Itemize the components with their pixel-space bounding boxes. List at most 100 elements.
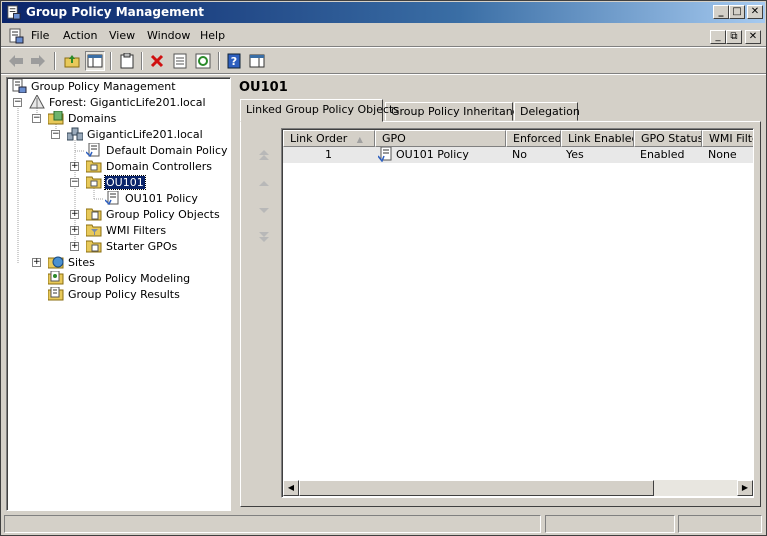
- child-close-button[interactable]: ✕: [745, 30, 761, 44]
- menu-help[interactable]: Help: [200, 29, 225, 42]
- tree-item-default-domain-policy[interactable]: Default Domain Policy: [85, 142, 229, 159]
- cell-wmi-filter: None: [708, 148, 737, 161]
- column-header-link-order[interactable]: Link Order ▲: [283, 130, 375, 147]
- menu-view[interactable]: View: [109, 29, 135, 42]
- toolbar-separator-line: [1, 73, 766, 75]
- properties-icon[interactable]: [170, 51, 190, 71]
- svg-text:?: ?: [231, 55, 237, 68]
- tree-item-label: Group Policy Management: [31, 79, 176, 93]
- back-arrow-icon[interactable]: [6, 51, 26, 71]
- forward-arrow-icon[interactable]: [28, 51, 48, 71]
- expand-gpo-toggle[interactable]: +: [70, 210, 79, 219]
- child-minimize-button[interactable]: _: [710, 30, 726, 44]
- help-icon[interactable]: ?: [224, 51, 244, 71]
- action-pane-icon[interactable]: [247, 51, 267, 71]
- tree-item-label: Default Domain Policy: [106, 143, 228, 157]
- wmi-folder-icon: [85, 223, 102, 237]
- tree-item-gp-results[interactable]: Group Policy Results: [47, 286, 181, 303]
- column-header-link-enabled[interactable]: Link Enabled: [561, 130, 634, 147]
- collapse-domains-toggle[interactable]: −: [32, 114, 41, 123]
- gpo-link-icon: [104, 190, 121, 206]
- table-row[interactable]: 1 OU101 Policy No Yes Enabled None: [283, 146, 753, 163]
- move-to-bottom-icon[interactable]: [257, 230, 271, 244]
- column-header-wmi-filter[interactable]: WMI Filter: [702, 130, 753, 147]
- tree-item-label: GiganticLife201.local: [87, 127, 203, 141]
- column-header-enforced[interactable]: Enforced: [506, 130, 561, 147]
- delete-icon[interactable]: [147, 51, 167, 71]
- menu-action[interactable]: Action: [63, 29, 97, 42]
- tree-item-gp-modeling[interactable]: Group Policy Modeling: [47, 270, 191, 287]
- tab-delegation[interactable]: Delegation: [514, 102, 580, 121]
- cell-enforced: No: [512, 148, 527, 161]
- cell-gpo: OU101 Policy: [396, 148, 469, 161]
- status-bar: [4, 515, 764, 535]
- document-icon[interactable]: [8, 28, 24, 44]
- expand-wmi-toggle[interactable]: +: [70, 226, 79, 235]
- toolbar: ?: [2, 49, 765, 73]
- gpm-console-icon: [11, 78, 27, 94]
- menu-window[interactable]: Window: [147, 29, 190, 42]
- scroll-left-icon[interactable]: ◀: [283, 480, 299, 496]
- tab-linked-gpos[interactable]: Linked Group Policy Objects: [240, 99, 399, 122]
- gpm-app-icon: [7, 5, 21, 20]
- tree-item-starter-gpos[interactable]: Starter GPOs: [85, 239, 178, 255]
- gpo-folder-icon: [85, 207, 102, 221]
- restore-button[interactable]: □: [729, 5, 745, 19]
- scroll-right-icon[interactable]: ▶: [737, 480, 753, 496]
- expand-starter-gpos-toggle[interactable]: +: [70, 242, 79, 251]
- status-panel-main: [4, 515, 541, 533]
- tree-item-wmi-filters[interactable]: WMI Filters: [85, 223, 167, 239]
- collapse-ou101-toggle[interactable]: −: [70, 178, 79, 187]
- window-title: Group Policy Management: [26, 5, 205, 19]
- move-down-icon[interactable]: [257, 203, 271, 217]
- child-restore-button[interactable]: ⧉: [726, 30, 742, 44]
- move-to-top-icon[interactable]: [257, 148, 271, 162]
- tree-item-gpm-root[interactable]: Group Policy Management: [11, 78, 177, 95]
- minimize-button[interactable]: _: [713, 5, 729, 19]
- tree-item-domains[interactable]: Domains: [47, 110, 117, 127]
- close-button[interactable]: ✕: [747, 5, 763, 19]
- toolbar-separator: [110, 52, 112, 70]
- tree-item-ou101-policy[interactable]: OU101 Policy: [104, 190, 199, 207]
- refresh-icon[interactable]: [193, 51, 213, 71]
- scrollbar-thumb[interactable]: [299, 480, 654, 496]
- tree-item-ou101[interactable]: OU101: [85, 174, 146, 191]
- toolbar-separator: [141, 52, 143, 70]
- tree-item-label: Group Policy Results: [68, 287, 180, 301]
- tree-pane[interactable]: Group Policy Management − Forest: Gigant…: [6, 77, 231, 511]
- status-panel-2: [545, 515, 675, 533]
- main-window: Group Policy Management _ □ ✕ File Actio…: [0, 0, 767, 536]
- gpo-link-icon: [85, 142, 102, 158]
- title-bar[interactable]: Group Policy Management _ □ ✕: [2, 2, 765, 23]
- domain-icon: [66, 127, 84, 141]
- collapse-forest-toggle[interactable]: −: [13, 98, 22, 107]
- horizontal-scrollbar[interactable]: ◀ ▶: [283, 480, 753, 496]
- expand-sites-toggle[interactable]: +: [32, 258, 41, 267]
- details-pane: OU101 Linked Group Policy Objects Group …: [235, 77, 765, 511]
- domains-folder-icon: [47, 110, 64, 125]
- tree-item-domain-controllers[interactable]: Domain Controllers: [85, 159, 213, 175]
- linked-gpo-list[interactable]: Link Order ▲ GPO Enforced Link Enabled G…: [281, 128, 754, 498]
- show-hide-tree-icon[interactable]: [85, 51, 105, 71]
- tree-item-label: Starter GPOs: [106, 239, 178, 253]
- modeling-icon: [47, 270, 64, 285]
- column-header-gpo[interactable]: GPO: [375, 130, 506, 147]
- ou-folder-icon: [85, 159, 102, 173]
- move-up-icon[interactable]: [257, 177, 271, 191]
- tree-item-domain[interactable]: GiganticLife201.local: [66, 127, 204, 143]
- menu-file[interactable]: File: [31, 29, 49, 42]
- tree-item-sites[interactable]: Sites: [47, 255, 96, 271]
- expand-domain-controllers-toggle[interactable]: +: [70, 162, 79, 171]
- tab-gp-inheritance[interactable]: Group Policy Inheritance: [385, 102, 526, 121]
- collapse-domain-toggle[interactable]: −: [51, 130, 60, 139]
- cell-gpo-status: Enabled: [640, 148, 685, 161]
- up-folder-icon[interactable]: [62, 51, 82, 71]
- toolbar-separator: [54, 52, 56, 70]
- column-header-gpo-status[interactable]: GPO Status: [634, 130, 702, 147]
- ou-folder-icon: [85, 175, 102, 189]
- clipboard-icon[interactable]: [117, 51, 137, 71]
- cell-link-enabled: Yes: [566, 148, 584, 161]
- tab-body: Link Order ▲ GPO Enforced Link Enabled G…: [240, 121, 761, 507]
- tree-item-forest[interactable]: Forest: GiganticLife201.local: [29, 93, 207, 111]
- tree-item-group-policy-objects[interactable]: Group Policy Objects: [85, 207, 221, 223]
